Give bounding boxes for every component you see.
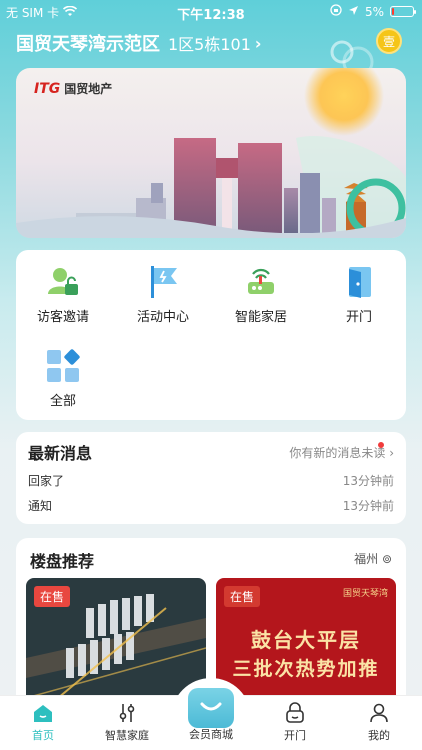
news-item-text: 通知	[28, 499, 53, 513]
property-subline: 三批次热势加推	[232, 658, 380, 680]
unit-number[interactable]: 1区5栋101	[168, 31, 251, 55]
brand-mark: ITG	[34, 80, 61, 97]
lock-icon	[284, 702, 306, 724]
orientation-lock-icon	[330, 4, 342, 19]
service-open-door[interactable]: 开门	[314, 264, 404, 325]
property-card-2[interactable]: 在售 国贸天琴湾 鼓台大平层 三批次热势加推	[216, 578, 396, 708]
service-smart-home[interactable]: 智能家居	[216, 264, 306, 325]
service-label: 全部	[49, 394, 76, 409]
location-icon	[348, 5, 359, 19]
list-item[interactable]: 回家了 13分钟前	[28, 472, 394, 489]
promo-banner[interactable]: ITG 国贸地产	[16, 68, 406, 238]
brand-name: 国贸地产	[64, 82, 113, 96]
city-name: 福州	[354, 552, 379, 566]
tab-label: 会员商城	[189, 728, 233, 741]
property-logo: 国贸天琴湾	[342, 589, 388, 599]
unread-dot-icon	[378, 442, 384, 448]
news-item-time: 13分钟前	[342, 499, 394, 513]
battery-percent: 5%	[364, 4, 384, 19]
status-bar: 无 SIM 卡 下午12:38 5%	[0, 0, 422, 24]
tab-open-door[interactable]: 开门	[260, 702, 330, 743]
bottom-tab-bar: 首页 智慧家庭 会员商城 开门 我的	[0, 678, 422, 750]
home-icon	[32, 702, 54, 724]
tab-home[interactable]: 首页	[8, 702, 78, 743]
brand-logo: ITG 国贸地产	[34, 80, 112, 97]
tab-label: 开门	[284, 729, 306, 742]
person-icon	[368, 702, 390, 724]
on-sale-badge: 在售	[224, 586, 261, 607]
service-label: 活动中心	[136, 310, 189, 325]
tab-label: 首页	[32, 729, 54, 742]
on-sale-badge: 在售	[34, 586, 71, 607]
tab-mine[interactable]: 我的	[344, 702, 414, 743]
smart-home-router-icon	[243, 264, 279, 300]
services-grid: 访客邀请 活动中心 智能家居 开门 全部	[16, 250, 406, 420]
battery-icon	[390, 6, 416, 17]
service-label: 访客邀请	[36, 310, 89, 325]
property-headline: 鼓台大平层	[251, 628, 361, 652]
visitor-invite-icon	[45, 264, 81, 300]
tab-label: 我的	[368, 729, 390, 742]
tab-member-mall[interactable]: 会员商城	[176, 726, 246, 742]
news-title: 最新消息	[28, 444, 93, 463]
location-pin-icon: ⊚	[381, 552, 392, 566]
news-item-time: 13分钟前	[342, 474, 394, 488]
city-selector[interactable]: 福州 ⊚	[354, 550, 392, 567]
recommend-title: 楼盘推荐	[30, 552, 95, 571]
service-visitor-invite[interactable]: 访客邀请	[18, 264, 108, 325]
service-all[interactable]: 全部	[18, 348, 108, 409]
list-item[interactable]: 通知 13分钟前	[28, 497, 394, 514]
open-door-icon	[341, 264, 377, 300]
tab-label: 智慧家庭	[105, 729, 149, 742]
service-activity-center[interactable]: 活动中心	[118, 264, 208, 325]
news-card[interactable]: 最新消息 你有新的消息未读 › 回家了 13分钟前 通知 13分钟前	[16, 432, 406, 524]
news-hint-text: 你有新的消息未读	[289, 446, 386, 460]
all-apps-grid-icon	[45, 348, 81, 384]
activity-flag-icon	[145, 264, 181, 300]
service-label: 智能家居	[234, 310, 287, 325]
shopping-bag-icon[interactable]	[188, 688, 234, 728]
chevron-right-icon[interactable]: ›	[255, 34, 262, 53]
service-label: 开门	[345, 310, 372, 325]
community-name[interactable]: 国贸天琴湾示范区	[16, 30, 160, 56]
sliders-icon	[116, 702, 138, 724]
tab-smart-family[interactable]: 智慧家庭	[92, 702, 162, 743]
property-card-1[interactable]: 在售	[26, 578, 206, 708]
news-item-text: 回家了	[28, 474, 65, 488]
